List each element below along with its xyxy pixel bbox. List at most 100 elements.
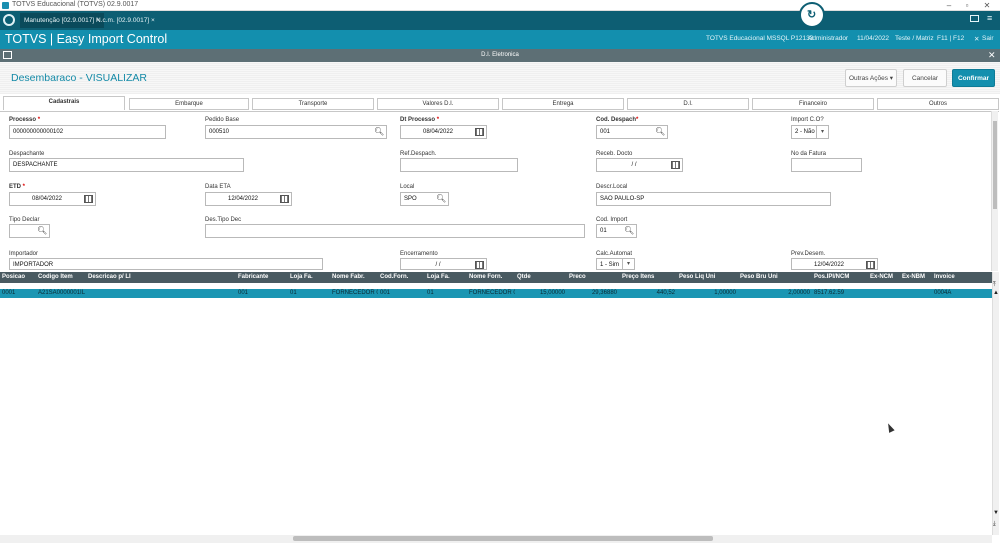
col-loja-fa[interactable]: Loja Fa. (288, 272, 330, 283)
calc-automat-select[interactable]: 1 - Sim ▾ (596, 258, 635, 270)
col-nome-fabr[interactable]: Nome Fabr. (330, 272, 378, 283)
cell-invoice: 0004A (934, 290, 952, 296)
col-ex-nbm[interactable]: Ex-NBM (900, 272, 932, 283)
tab-bar: Manutenção [02.9.0017] × N.c.m. [02.9.00… (0, 11, 1000, 30)
descr-local-field[interactable]: SAO PAULO-SP (596, 192, 831, 206)
calendar-icon[interactable] (475, 261, 484, 269)
des-tipo-dec-field[interactable] (205, 224, 585, 238)
col-nome-forn[interactable]: Nome Forn. (467, 272, 515, 283)
processo-field[interactable]: 000000000000102 (9, 125, 166, 139)
cell-loja-fa-2: 01 (427, 290, 434, 296)
hscroll-thumb[interactable] (293, 536, 713, 541)
menu-icon[interactable]: ≡ (987, 13, 992, 23)
folder-tab-embarque[interactable]: Embarque (129, 98, 249, 110)
importador-field[interactable]: IMPORTADOR (9, 258, 323, 270)
folder-tab-valores-di[interactable]: Valores D.I. (377, 98, 499, 110)
grid-scrollbar[interactable]: ⤒ ▲ ▼ ⤓ (992, 272, 999, 535)
cell-descricao (86, 289, 236, 298)
col-codigo-item[interactable]: Codigo Item (36, 272, 86, 283)
items-grid-header: Posicao Codigo Item Descricao p/ LI Fabr… (0, 272, 992, 283)
calendar-icon[interactable] (671, 161, 680, 169)
ref-despach-field[interactable] (400, 158, 518, 172)
col-posicao[interactable]: Posicao (0, 272, 36, 283)
maximize-icon[interactable]: ▫ (958, 0, 976, 11)
exit-button[interactable]: Sair (982, 35, 994, 42)
window-title: TOTVS Educacional (TOTVS) 02.9.0017 (12, 1, 139, 8)
folder-tab-outros[interactable]: Outros (877, 98, 999, 110)
col-preco-itens[interactable]: Preço Itens (620, 272, 677, 283)
pedido-base-field[interactable]: 000510 🔍︎ (205, 125, 387, 139)
col-ex-ncm[interactable]: Ex-NCM (868, 272, 900, 283)
col-pos-ipi-ncm[interactable]: Pos.IPI/NCM (812, 272, 868, 283)
import-co-select[interactable]: 2 - Não ▾ (791, 125, 829, 139)
folder-tab-financeiro[interactable]: Financeiro (752, 98, 874, 110)
folder-tab-cadastrais[interactable]: Cadastrais (3, 96, 125, 110)
dt-processo-field[interactable]: 08/04/2022 (400, 125, 487, 139)
tab-ncm[interactable]: N.c.m. [02.9.0017] × (92, 13, 159, 28)
etd-field[interactable]: 08/04/2022 (9, 192, 96, 206)
grid-spacer (0, 283, 992, 289)
chevron-down-icon[interactable]: ▾ (816, 126, 828, 138)
col-loja-fa-2[interactable]: Loja Fa. (425, 272, 467, 283)
calendar-icon[interactable] (866, 261, 875, 269)
scroll-up-icon[interactable]: ▲ (993, 290, 999, 296)
cod-import-field[interactable]: 01 🔍︎ (596, 224, 637, 238)
scroll-top-icon[interactable]: ⤒ (993, 282, 996, 289)
confirm-button[interactable]: Confirmar (952, 69, 995, 87)
despachante-field[interactable]: DESPACHANTE (9, 158, 244, 172)
calendar-icon[interactable] (280, 195, 289, 203)
search-icon[interactable]: 🔍︎ (37, 226, 47, 236)
cod-despach-field[interactable]: 001 🔍︎ (596, 125, 668, 139)
minimize-icon[interactable]: – (940, 0, 958, 11)
col-peso-liq[interactable]: Peso Liq Uni (677, 272, 738, 283)
data-eta-field[interactable]: 12/04/2022 (205, 192, 292, 206)
folder-tab-entrega[interactable]: Entrega (502, 98, 624, 110)
col-qtde[interactable]: Qtde (515, 272, 567, 283)
cancel-button[interactable]: Cancelar (903, 69, 947, 87)
search-icon[interactable]: 🔍︎ (436, 194, 446, 204)
folder-tab-di[interactable]: D.I. (627, 98, 749, 110)
folder-tab-transporte[interactable]: Transporte (252, 98, 374, 110)
prev-desem-field[interactable]: 12/04/2022 (791, 258, 878, 270)
chevron-down-icon[interactable]: ▾ (622, 259, 634, 269)
col-fabricante[interactable]: Fabricante (236, 272, 288, 283)
col-descricao[interactable]: Descricao p/ LI (86, 272, 236, 283)
no-fatura-field[interactable] (791, 158, 862, 172)
col-cod-forn[interactable]: Cod.Forn. (378, 272, 425, 283)
cell-ex-ncm (868, 289, 900, 298)
dialog-close-icon[interactable]: ✕ (988, 50, 996, 61)
search-icon[interactable]: 🔍︎ (374, 127, 384, 137)
search-icon[interactable]: 🔍︎ (624, 226, 634, 236)
branch-label: Teste / Matriz (895, 35, 934, 42)
calendar-icon[interactable] (84, 195, 93, 203)
col-invoice[interactable]: Invoice (932, 272, 992, 283)
form-scroll-thumb[interactable] (993, 121, 997, 209)
no-fatura-label: No da Fatura (791, 151, 827, 157)
receb-docto-field[interactable]: / / (596, 158, 683, 172)
scroll-down-icon[interactable]: ▼ (993, 510, 999, 516)
scroll-bottom-icon[interactable]: ⤓ (993, 521, 996, 528)
col-preco[interactable]: Preco (567, 272, 619, 283)
tipo-declar-field[interactable]: 🔍︎ (9, 224, 50, 238)
form-scrollbar[interactable] (991, 111, 998, 271)
exit-icon[interactable]: ✕ (974, 35, 979, 43)
col-peso-bru[interactable]: Peso Bru Uni (738, 272, 798, 283)
grid-hscrollbar[interactable] (0, 535, 992, 543)
mail-icon[interactable] (970, 15, 979, 22)
local-field[interactable]: SPO 🔍︎ (400, 192, 449, 206)
search-icon[interactable]: 🔍︎ (655, 127, 665, 137)
items-grid-body (0, 298, 992, 534)
cell-nome-forn: FORNECEDOR 01 (469, 290, 515, 296)
dialog-title: Desembaraco - VISUALIZAR (11, 72, 147, 84)
encerramento-field[interactable]: / / (400, 258, 487, 270)
close-window-icon[interactable]: ✕ (978, 0, 996, 11)
cell-posicao: 0001 (2, 290, 16, 296)
etd-label: ETD * (9, 184, 26, 190)
tab-close-icon[interactable]: × (151, 17, 155, 24)
cell-codigo-item: A21SA0000001IL (38, 290, 86, 296)
home-icon[interactable] (3, 14, 15, 26)
shortcut-keys[interactable]: F11 | F12 (937, 35, 964, 42)
table-row[interactable]: 0001 A21SA0000001IL 001 01 FORNECEDOR 01… (0, 289, 992, 298)
other-actions-button[interactable]: Outras Ações ▾ (845, 69, 897, 87)
calendar-icon[interactable] (475, 128, 484, 136)
